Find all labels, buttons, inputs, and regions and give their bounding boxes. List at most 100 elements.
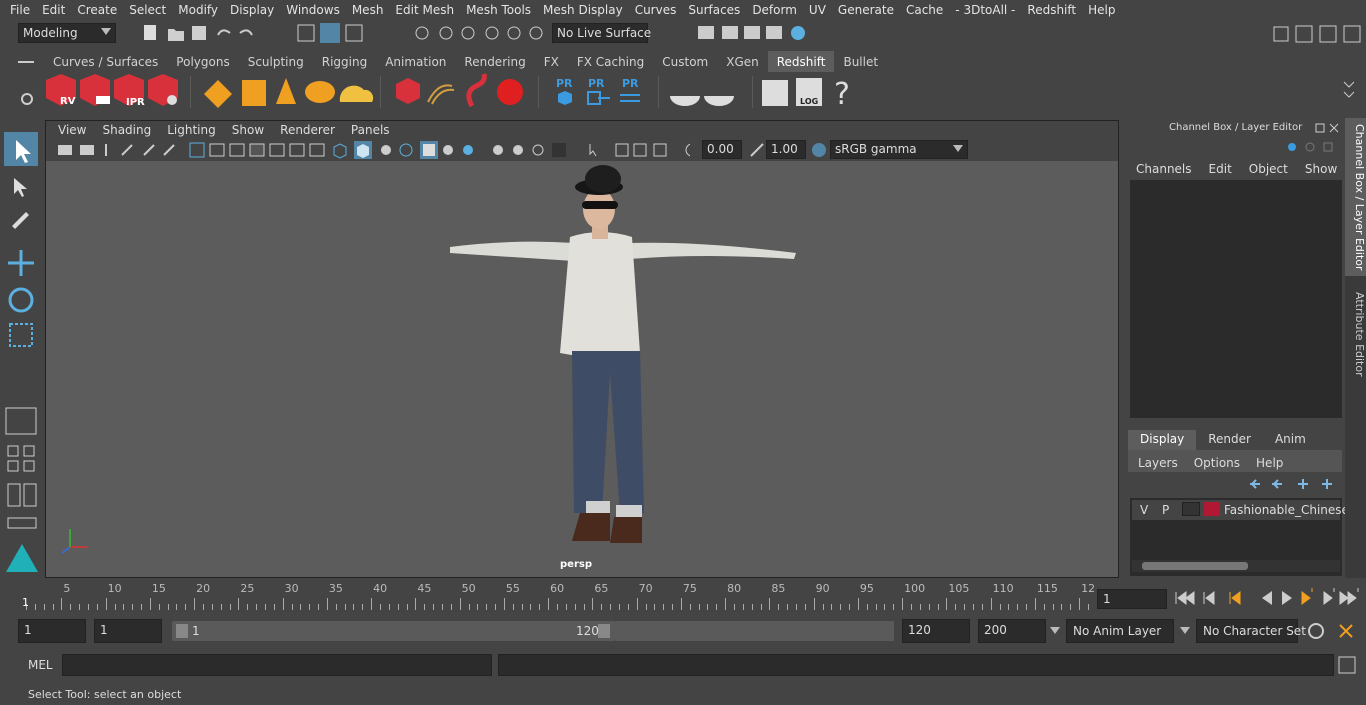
move-layer-up-icon[interactable] [1250,479,1260,489]
shelf-menu-icon[interactable] [18,56,34,68]
menu-create[interactable]: Create [71,3,123,17]
viewport-menu-panels[interactable]: Panels [343,123,398,137]
channel-box-menu-edit[interactable]: Edit [1209,162,1239,176]
menu-file[interactable]: File [4,3,36,17]
shelf-tab-sculpting[interactable]: Sculpting [239,51,313,72]
viewport-menu-shading[interactable]: Shading [94,123,159,137]
wireframe-icon[interactable] [333,143,347,159]
rs-light-spot-icon[interactable] [276,78,296,104]
view-transform-icon[interactable] [810,141,828,159]
menu-deform[interactable]: Deform [746,3,803,17]
shelf-tab-bullet[interactable]: Bullet [834,51,887,72]
playback-start-field[interactable]: 1 [94,619,162,643]
shadows-icon[interactable] [443,145,453,155]
layout-single-icon[interactable] [7,445,19,457]
viewport-menu-renderer[interactable]: Renderer [272,123,343,137]
layer-name[interactable]: Fashionable_Chinese_ [1224,503,1355,517]
rs-bake-icon[interactable] [670,96,700,106]
anim-layer-dropdown[interactable]: No Anim Layer [1066,619,1174,643]
2d-pan-zoom-icon[interactable] [143,144,155,156]
menu-uv[interactable]: UV [803,3,832,17]
rs-hair-icon[interactable] [427,84,455,105]
anti-aliasing-icon[interactable] [513,145,523,155]
xray-joints-icon[interactable] [633,143,647,157]
rs-pr-add-icon[interactable]: PR [556,77,573,105]
viewport-menu-view[interactable]: View [50,123,94,137]
shelf-tab-curves-surfaces[interactable]: Curves / Surfaces [44,51,167,72]
layer-visibility-toggle[interactable]: V [1140,503,1148,517]
image-plane-icon[interactable] [121,144,133,156]
channel-box-menu-channels[interactable]: Channels [1136,162,1199,176]
rs-light-area-icon[interactable] [204,80,232,108]
shelf-tab-xgen[interactable]: XGen [717,51,768,72]
shelf-tab-polygons[interactable]: Polygons [167,51,238,72]
rs-sun-sky-icon[interactable] [339,85,374,102]
auto-key-icon[interactable] [1308,623,1324,639]
menu-mesh[interactable]: Mesh [346,3,390,17]
viewport-canvas[interactable]: persp [46,161,1118,577]
range-start-handle[interactable] [176,624,188,638]
xray-components-icon[interactable] [653,143,667,157]
shelf-tab-fx[interactable]: FX [535,51,568,72]
lasso-tool-icon[interactable] [14,178,27,197]
menu-curves[interactable]: Curves [629,3,683,17]
layer-tab-render[interactable]: Render [1196,430,1263,450]
layer-playback-toggle[interactable]: P [1162,503,1169,517]
rs-light-portal-icon[interactable] [242,80,266,106]
menu-windows[interactable]: Windows [280,3,346,17]
paint-select-tool-icon[interactable] [12,212,29,229]
outliner-layout-icon[interactable] [7,483,21,507]
isolate-select-icon[interactable] [552,143,566,157]
move-layer-down-icon[interactable] [1272,479,1282,489]
viewport-menu-lighting[interactable]: Lighting [159,123,224,137]
layout-top-icon[interactable] [23,460,35,472]
channel-box-key-icon[interactable] [1305,142,1315,152]
field-chart-icon[interactable] [269,143,285,157]
menu-surfaces[interactable]: Surfaces [682,3,746,17]
rs-render-view-icon[interactable]: RV [46,74,76,107]
range-slider-track[interactable] [616,621,894,641]
character-model[interactable] [46,161,1118,577]
layer-color-swatch[interactable] [1204,502,1220,516]
safe-action-icon[interactable] [289,143,305,157]
current-frame-marker[interactable]: 1 [22,596,29,609]
command-input[interactable] [62,654,492,676]
start-frame-field[interactable]: 1 [18,619,86,643]
camera-select-icon[interactable] [58,145,72,155]
film-gate-icon[interactable] [209,143,225,157]
safe-title-icon[interactable] [309,143,325,157]
menu-help[interactable]: Help [1082,3,1121,17]
shelf-settings-gear-icon[interactable] [20,92,34,106]
range-end-handle[interactable] [598,624,610,638]
viewport-menu-show[interactable]: Show [224,123,272,137]
shelf-tab-custom[interactable]: Custom [653,51,717,72]
time-ruler[interactable]: 5 10 15 20 25 30 35 40 45 50 55 60 65 70 75 80 85 90 95 100… [20,580,1095,612]
scale-tool-icon[interactable] [9,323,33,347]
layer-menu-layers[interactable]: Layers [1138,456,1178,470]
xray-icon[interactable] [615,143,629,157]
shelf-tab-rendering[interactable]: Rendering [455,51,534,72]
rs-render-sequence-icon[interactable] [80,74,110,106]
shelf-tab-rigging[interactable]: Rigging [313,51,376,72]
go-to-end-icon[interactable] [1339,588,1359,605]
new-layer-icon[interactable] [1298,479,1308,489]
gate-mask-icon[interactable] [249,143,265,157]
menu-mesh-tools[interactable]: Mesh Tools [460,3,537,17]
color-space-dropdown[interactable]: sRGB gamma [830,140,968,159]
xray-select-icon[interactable] [589,144,597,157]
layer-list-scrollbar[interactable] [1132,560,1340,572]
current-frame-field[interactable]: 1 [1097,589,1167,609]
layout-four-icon[interactable] [23,445,35,457]
camera-attributes-icon[interactable] [80,145,94,155]
step-back-key-icon[interactable] [1229,591,1241,605]
selection-mask-tools[interactable] [296,23,376,43]
float-panel-icon[interactable] [1315,123,1325,133]
workspace-tools[interactable] [1270,23,1366,43]
textured-icon[interactable] [399,143,413,157]
go-to-start-icon[interactable] [1175,591,1195,605]
ambient-occlusion-icon[interactable] [463,145,473,155]
layout-side-icon[interactable] [7,460,19,472]
file-tools[interactable] [140,23,260,43]
resolution-gate-icon[interactable] [229,143,245,157]
channel-box-link-icon[interactable] [1288,143,1296,151]
